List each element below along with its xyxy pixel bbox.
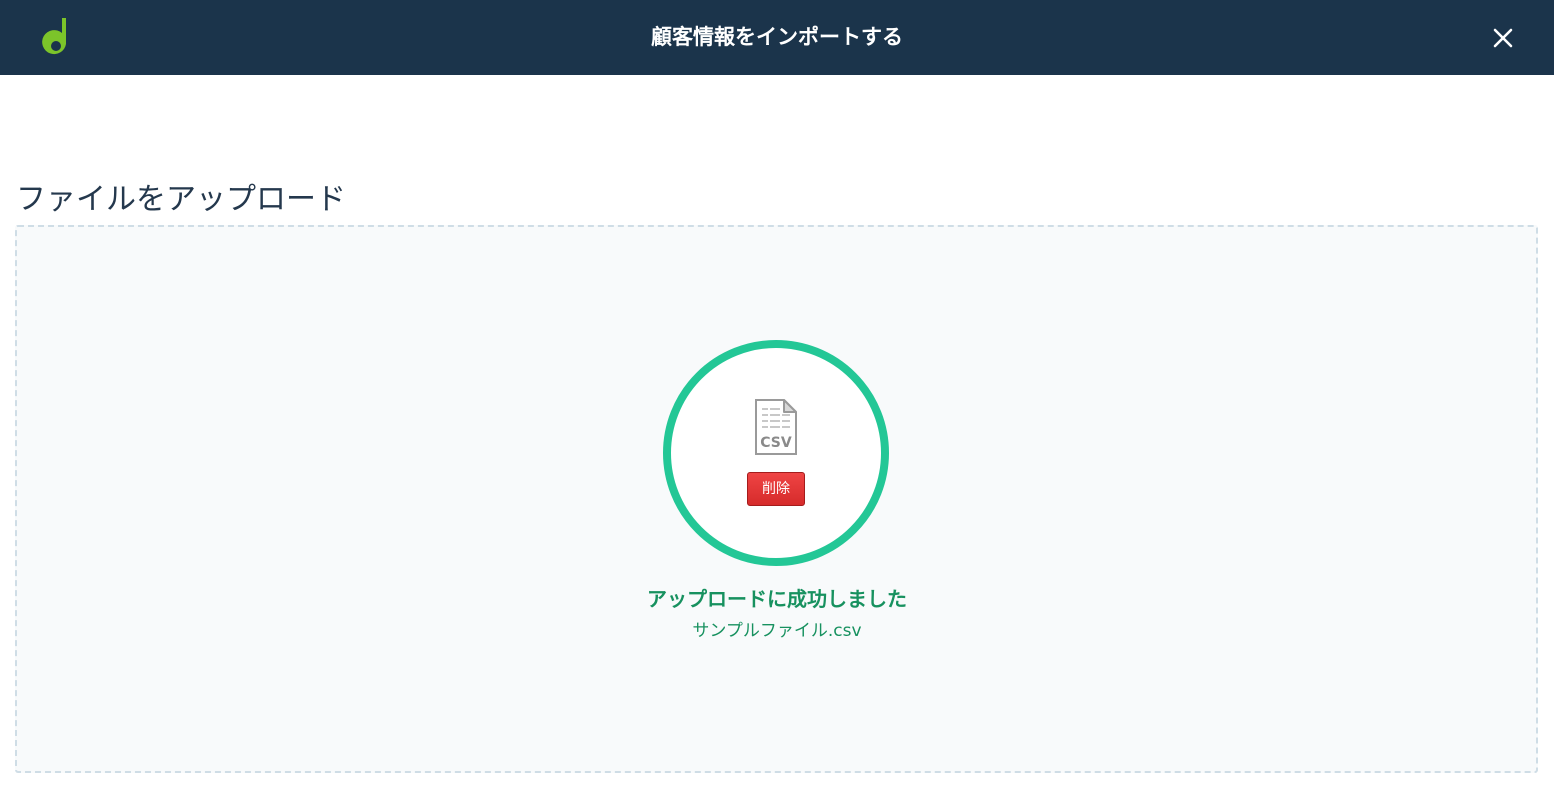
section-title: ファイルをアップロード <box>16 182 346 217</box>
modal-header: 顧客情報をインポートする <box>0 0 1554 75</box>
upload-success-message: アップロードに成功しました <box>647 587 907 611</box>
close-icon[interactable] <box>1488 23 1518 53</box>
delete-button[interactable]: 削除 <box>747 472 805 506</box>
csv-icon-label: CSV <box>760 435 792 451</box>
uploaded-file-name: サンプルファイル.csv <box>692 621 862 641</box>
modal-title: 顧客情報をインポートする <box>651 25 903 49</box>
csv-file-icon: CSV <box>755 399 797 455</box>
